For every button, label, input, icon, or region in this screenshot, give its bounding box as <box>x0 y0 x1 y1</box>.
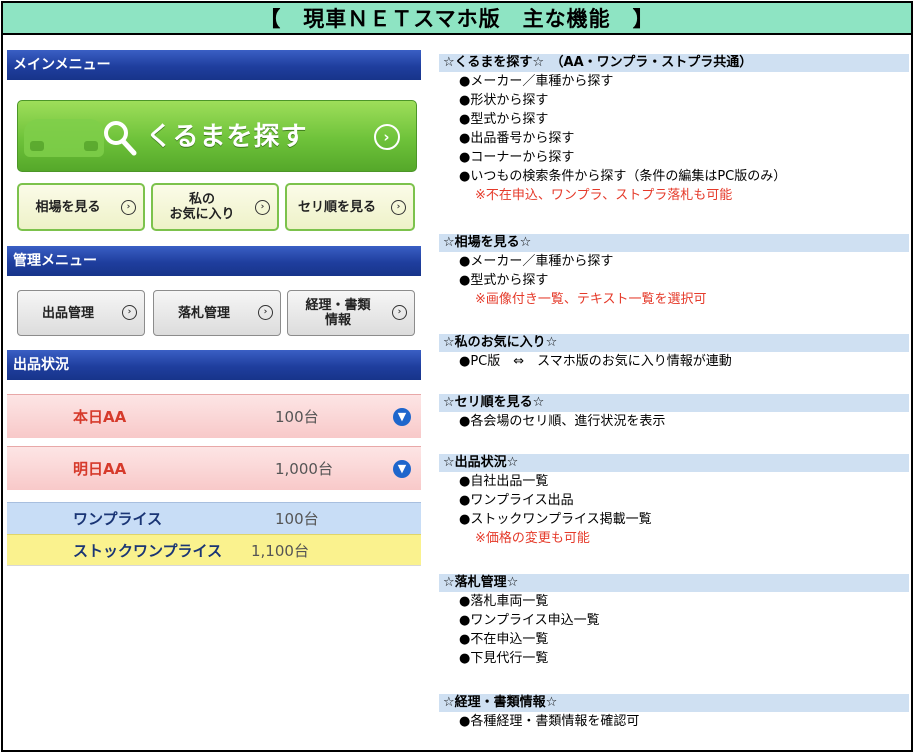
page-title: 【 現車ＮＥＴスマホ版 主な機能 】 <box>3 3 911 35</box>
accounting-documents-button[interactable]: 経理・書類 情報 › <box>287 290 415 336</box>
status-row-stock-one-price[interactable]: ストックワンプライス 1,100台 <box>7 534 421 566</box>
winning-bid-management-button[interactable]: 落札管理 › <box>153 290 281 336</box>
arrow-right-circle-icon: › <box>122 305 137 320</box>
management-menu-header: 管理メニュー <box>7 246 421 276</box>
status-row-name: 本日AA <box>73 408 127 426</box>
chevron-down-icon[interactable]: ▼ <box>393 460 411 478</box>
status-row-one-price[interactable]: ワンプライス 100台 <box>7 502 421 534</box>
status-row-today-aa[interactable]: 本日AA 100台 ▼ <box>7 394 421 438</box>
winning-bid-management-label: 落札管理 <box>177 305 230 321</box>
feature-heading: ☆経理・書類情報☆ <box>439 694 909 712</box>
search-cars-button[interactable]: くるまを探す › <box>17 100 417 172</box>
arrow-right-circle-icon: › <box>258 305 273 320</box>
feature-item: ●いつもの検索条件から探す（条件の編集はPC版のみ） <box>459 169 787 184</box>
feature-heading: ☆落札管理☆ <box>439 574 909 592</box>
arrow-right-circle-icon: › <box>374 124 400 150</box>
car-icon <box>24 119 104 157</box>
chevron-down-icon[interactable]: ▼ <box>393 408 411 426</box>
feature-heading: ☆相場を見る☆ <box>439 234 909 252</box>
feature-item: ●出品番号から探す <box>459 131 575 146</box>
feature-note: ※画像付き一覧、テキスト一覧を選択可 <box>475 292 707 307</box>
feature-item: ●型式から探す <box>459 112 549 127</box>
my-favorites-label: 私の お気に入り <box>169 192 235 222</box>
accounting-documents-label: 経理・書類 情報 <box>305 298 371 328</box>
feature-note: ※価格の変更も可能 <box>475 531 590 546</box>
search-icon <box>104 121 137 156</box>
status-row-count: 100台 <box>275 408 319 426</box>
feature-heading: ☆出品状況☆ <box>439 454 909 472</box>
arrow-right-circle-icon: › <box>121 200 136 215</box>
feature-item: ●形状から探す <box>459 93 549 108</box>
arrow-right-circle-icon: › <box>255 200 270 215</box>
status-row-tomorrow-aa[interactable]: 明日AA 1,000台 ▼ <box>7 446 421 490</box>
feature-item: ●不在申込一覧 <box>459 632 549 647</box>
listing-management-label: 出品管理 <box>41 305 94 321</box>
feature-heading: ☆くるまを探す☆ （AA・ワンプラ・ストプラ共通） <box>439 54 909 72</box>
status-row-name: 明日AA <box>73 460 127 478</box>
market-price-button[interactable]: 相場を見る › <box>17 183 145 231</box>
feature-item: ●落札車両一覧 <box>459 594 549 609</box>
arrow-right-circle-icon: › <box>391 200 406 215</box>
my-favorites-button[interactable]: 私の お気に入り › <box>151 183 279 231</box>
feature-item: ●ワンプライス出品 <box>459 493 574 508</box>
listing-management-button[interactable]: 出品管理 › <box>17 290 145 336</box>
status-row-count: 1,000台 <box>275 460 333 478</box>
feature-item: ●ワンプライス申込一覧 <box>459 613 600 628</box>
status-row-count: 1,100台 <box>251 541 309 560</box>
main-menu-header: メインメニュー <box>7 50 421 80</box>
feature-item: ●PC版 ⇔ スマホ版のお気に入り情報が連動 <box>459 354 732 369</box>
feature-item: ●各会場のセリ順、進行状況を表示 <box>459 414 666 429</box>
market-price-label: 相場を見る <box>35 199 101 215</box>
arrow-right-circle-icon: › <box>392 305 407 320</box>
feature-item: ●メーカー／車種から探す <box>459 254 614 269</box>
feature-item: ●ストックワンプライス掲載一覧 <box>459 512 652 527</box>
feature-heading: ☆私のお気に入り☆ <box>439 334 909 352</box>
feature-item: ●メーカー／車種から探す <box>459 74 614 89</box>
search-cars-label: くるまを探す <box>146 122 308 152</box>
feature-item: ●コーナーから探す <box>459 150 575 165</box>
feature-item: ●下見代行一覧 <box>459 651 549 666</box>
feature-item: ●各種経理・書類情報を確認可 <box>459 714 640 729</box>
auction-order-button[interactable]: セリ順を見る › <box>285 183 415 231</box>
feature-heading: ☆セリ順を見る☆ <box>439 394 909 412</box>
status-row-name: ストックワンプライス <box>73 541 223 560</box>
feature-item: ●型式から探す <box>459 273 549 288</box>
page-frame: 【 現車ＮＥＴスマホ版 主な機能 】 メインメニュー くるまを探す › 相場を見… <box>1 1 913 752</box>
feature-note: ※不在申込、ワンプラ、ストプラ落札も可能 <box>475 188 733 203</box>
status-row-name: ワンプライス <box>73 510 163 528</box>
status-row-count: 100台 <box>275 510 319 528</box>
listing-status-header: 出品状況 <box>7 350 421 380</box>
phone-screen: メインメニュー くるまを探す › 相場を見る › 私の お気に入り › セリ順を… <box>7 50 421 580</box>
feature-item: ●自社出品一覧 <box>459 474 549 489</box>
auction-order-label: セリ順を見る <box>297 199 376 215</box>
